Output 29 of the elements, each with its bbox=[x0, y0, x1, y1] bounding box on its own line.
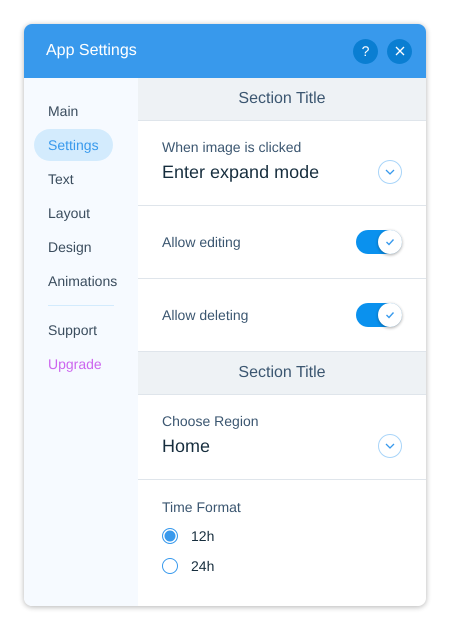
sidebar-item[interactable]: Text bbox=[34, 163, 88, 195]
check-icon bbox=[385, 311, 395, 319]
radio-button[interactable] bbox=[162, 528, 178, 544]
section-title: Section Title bbox=[138, 352, 426, 395]
dropdown[interactable]: Enter expand mode bbox=[162, 160, 402, 184]
radio-label: 24h bbox=[191, 558, 214, 574]
field-label: Choose Region bbox=[162, 413, 260, 429]
check-icon bbox=[385, 238, 395, 246]
toggle-label: Allow deleting bbox=[162, 307, 248, 323]
toggle-switch[interactable] bbox=[356, 303, 402, 327]
field-label: When image is clicked bbox=[162, 139, 302, 155]
sidebar-item[interactable]: Main bbox=[34, 95, 92, 127]
section-title: Section Title bbox=[138, 78, 426, 121]
toggle-label: Allow editing bbox=[162, 234, 241, 250]
chevron-down-icon bbox=[378, 160, 402, 184]
field-label: Time Format bbox=[162, 499, 242, 515]
sidebar-item[interactable]: Animations bbox=[34, 265, 132, 297]
dropdown[interactable]: Home bbox=[162, 434, 402, 458]
close-icon bbox=[394, 45, 406, 57]
radio-label: 12h bbox=[191, 528, 214, 544]
radio-button[interactable] bbox=[162, 558, 178, 574]
help-button[interactable]: ? bbox=[353, 38, 378, 64]
sidebar-item[interactable]: Support bbox=[34, 314, 112, 346]
chevron-down-icon bbox=[378, 434, 402, 458]
sidebar-item[interactable]: Design bbox=[34, 231, 106, 263]
window-title: App Settings bbox=[46, 42, 137, 60]
sidebar-item[interactable]: Layout bbox=[34, 197, 104, 229]
close-button[interactable] bbox=[387, 38, 412, 64]
toggle-switch[interactable] bbox=[356, 230, 402, 254]
